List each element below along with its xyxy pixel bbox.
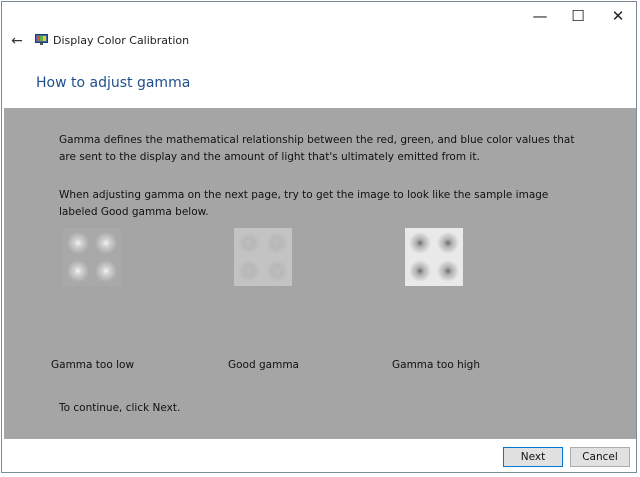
good-gamma-sample <box>234 228 292 286</box>
close-icon: ✕ <box>611 7 625 25</box>
maximize-button[interactable]: ☐ <box>558 2 598 30</box>
page-title: How to adjust gamma <box>36 75 191 91</box>
display-calibration-app-icon <box>35 34 48 45</box>
minimize-button[interactable]: — <box>520 2 560 30</box>
gamma-instruction-text: When adjusting gamma on the next page, t… <box>59 189 549 218</box>
maximize-icon: ☐ <box>571 7 585 25</box>
continue-instruction: To continue, click Next. <box>59 402 181 414</box>
back-button[interactable]: ← <box>8 32 26 50</box>
gamma-too-high-sample <box>405 228 463 286</box>
gamma-too-low-sample <box>63 228 121 286</box>
content-panel: Gamma defines the mathematical relations… <box>4 108 636 439</box>
next-button[interactable]: Next <box>503 447 563 467</box>
gamma-too-high-label: Gamma too high <box>392 359 480 371</box>
minimize-icon: — <box>532 7 548 25</box>
calibration-window: — ☐ ✕ ← Display Color Calibration How to… <box>1 1 637 473</box>
back-arrow-icon: ← <box>11 33 23 49</box>
cancel-button[interactable]: Cancel <box>570 447 630 467</box>
gamma-too-low-label: Gamma too low <box>51 359 135 371</box>
close-button[interactable]: ✕ <box>598 2 638 30</box>
good-gamma-label: Good gamma <box>228 359 299 371</box>
window-title: Display Color Calibration <box>53 34 190 47</box>
gamma-definition-text: Gamma defines the mathematical relations… <box>59 134 575 163</box>
